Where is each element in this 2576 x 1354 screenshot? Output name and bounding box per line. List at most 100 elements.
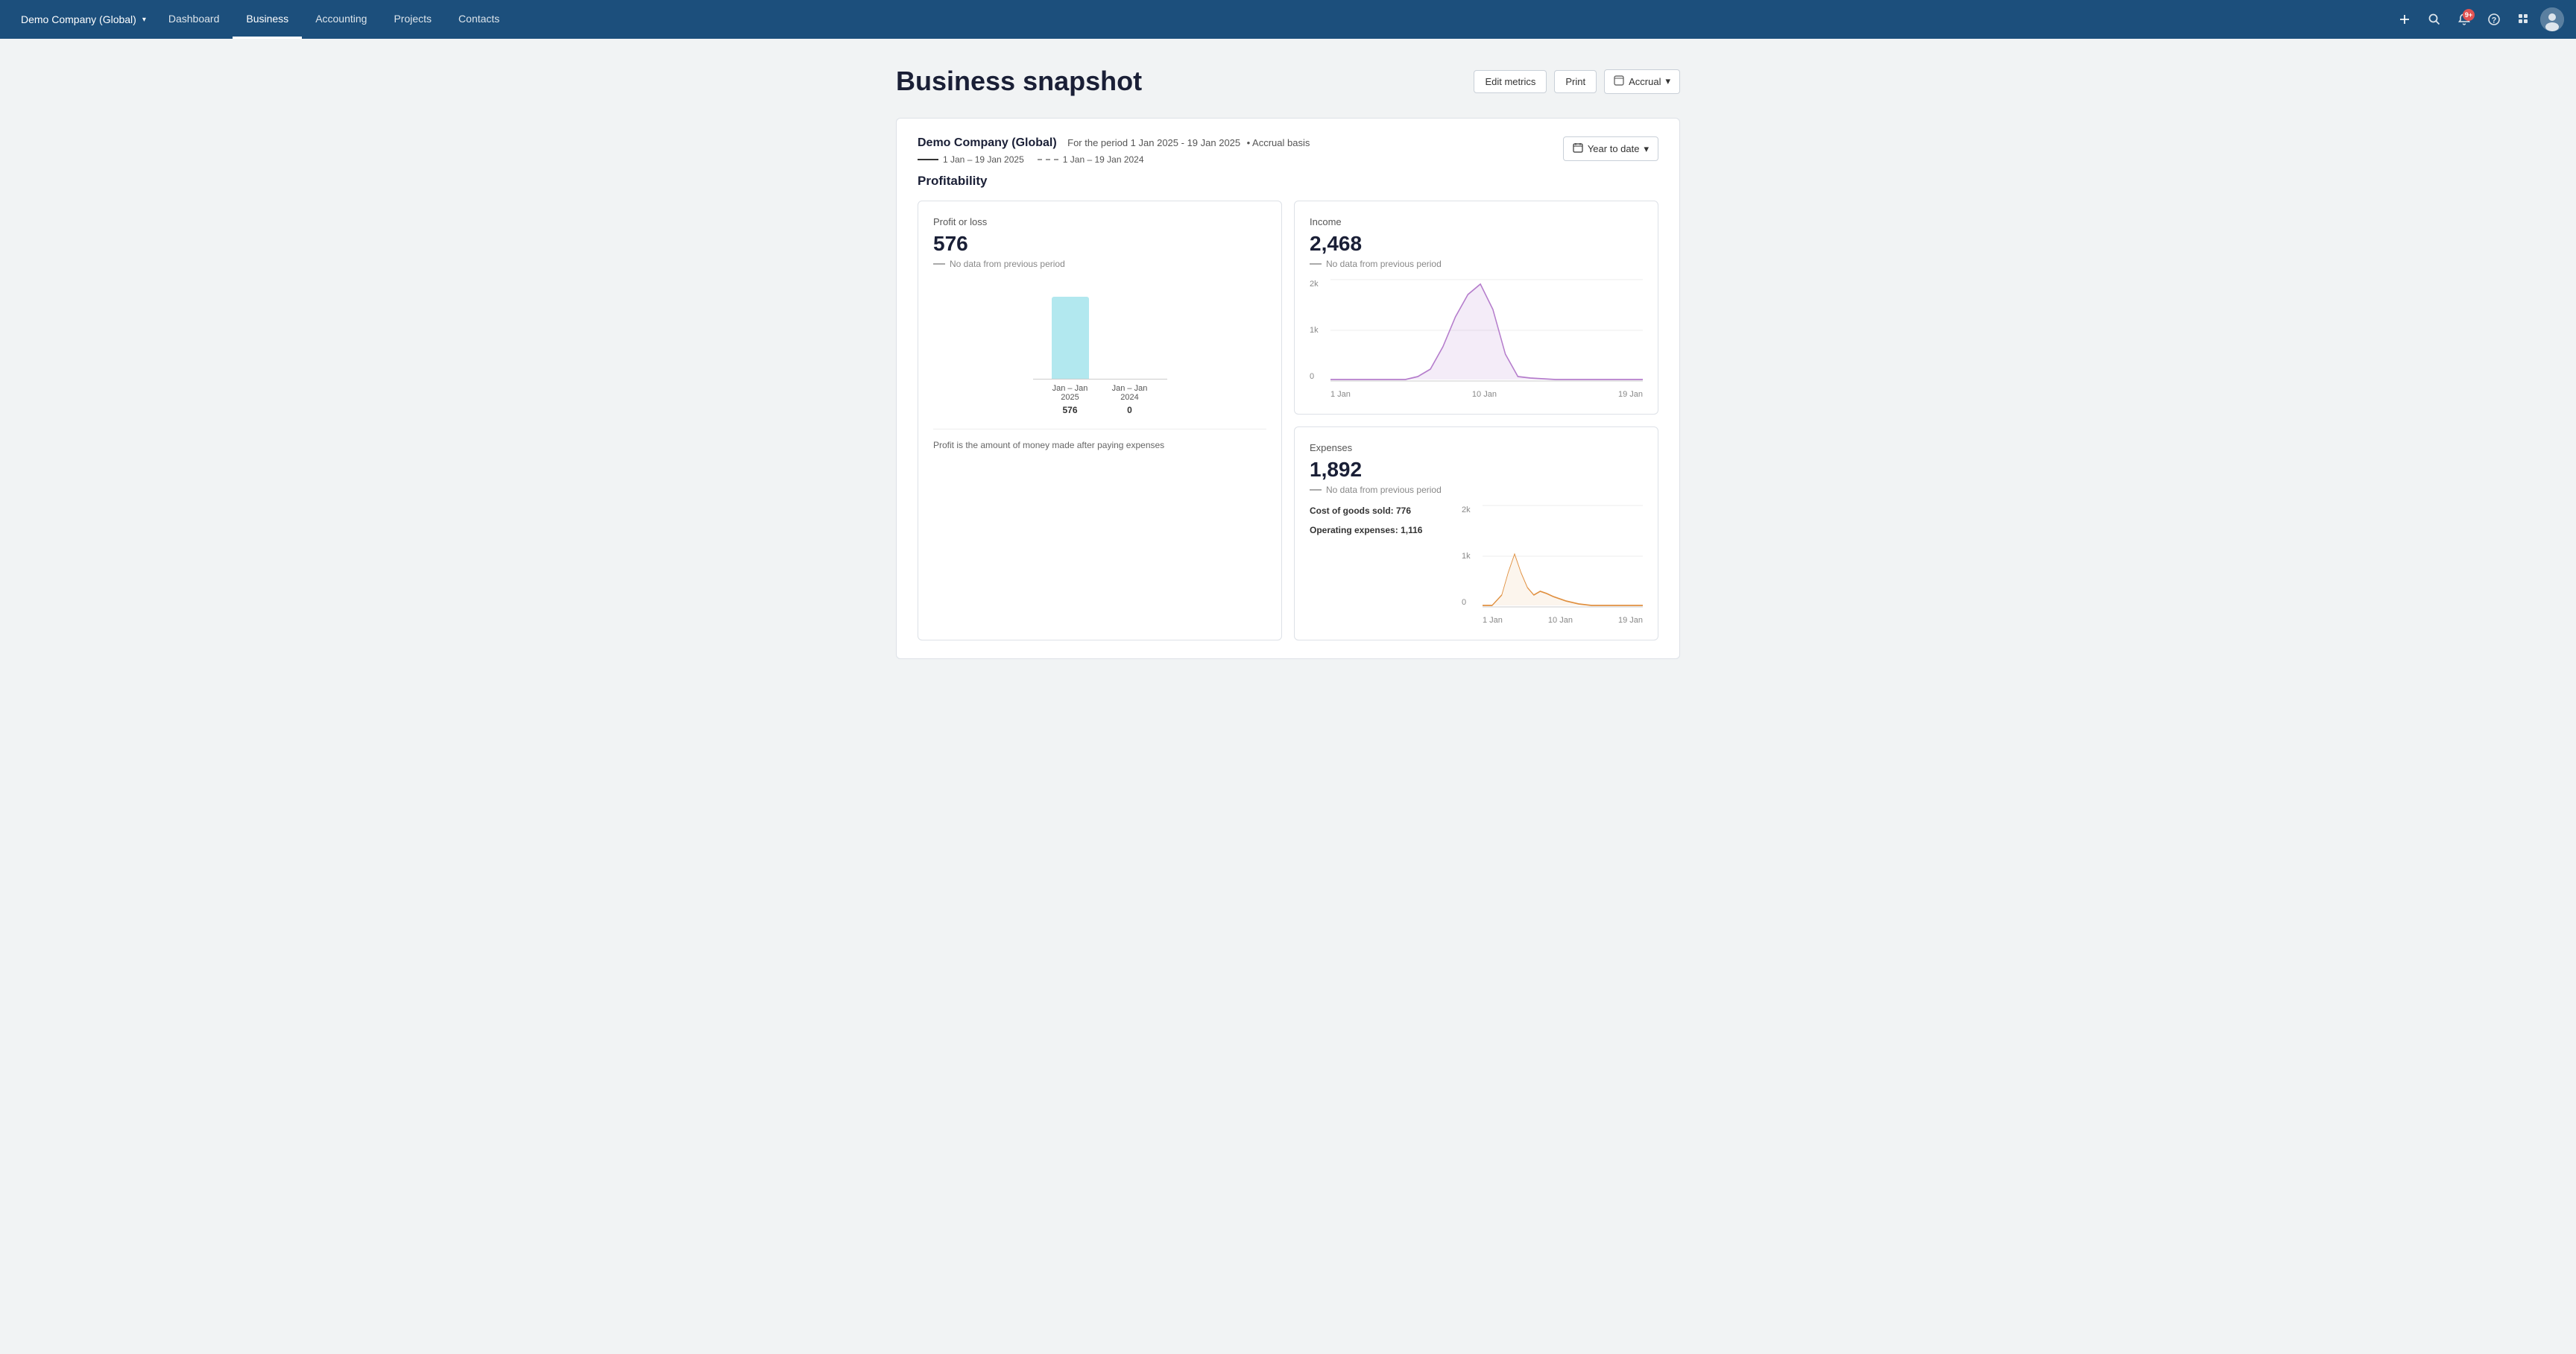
legend-current-line	[918, 159, 938, 160]
profit-loss-label: Profit or loss	[933, 216, 1266, 227]
income-x-start: 1 Jan	[1330, 390, 1351, 399]
bar-chart-values: 576 0	[1033, 405, 1167, 415]
right-metrics: Income 2,468 No data from previous perio…	[1294, 201, 1658, 640]
income-x-end: 19 Jan	[1618, 390, 1643, 399]
navigation: Demo Company (Global) ▾ Dashboard Busine…	[0, 0, 2576, 39]
notifications-icon[interactable]: 9+	[2451, 6, 2478, 33]
apps-icon[interactable]	[2510, 6, 2537, 33]
expenses-card: Expenses 1,892 No data from previous per…	[1294, 426, 1658, 640]
expenses-y-mid: 1k	[1462, 552, 1483, 561]
expenses-chart-svg-wrap	[1483, 506, 1643, 607]
expenses-label: Expenses	[1310, 442, 1643, 453]
page-header: Business snapshot Edit metrics Print Acc…	[896, 66, 1680, 97]
snapshot-period: For the period 1 Jan 2025 - 19 Jan 2025	[1067, 137, 1240, 148]
operating-expenses-row: Operating expenses: 1,116	[1310, 525, 1444, 535]
ytd-chevron-icon: ▾	[1644, 143, 1649, 155]
snapshot-info: Demo Company (Global) For the period 1 J…	[918, 136, 1310, 165]
snapshot-company: Demo Company (Global)	[918, 136, 1057, 149]
bar-prev-val: 0	[1111, 405, 1149, 415]
page-content: Business snapshot Edit metrics Print Acc…	[878, 39, 1698, 704]
legend-prev-label: 1 Jan – 19 Jan 2024	[1063, 154, 1144, 165]
ytd-label: Year to date	[1588, 143, 1640, 154]
avatar[interactable]	[2540, 7, 2564, 31]
income-line	[1330, 284, 1643, 380]
expenses-value: 1,892	[1310, 458, 1643, 482]
income-prev-label: No data from previous period	[1326, 259, 1442, 269]
income-card: Income 2,468 No data from previous perio…	[1294, 201, 1658, 415]
income-x-mid: 10 Jan	[1472, 390, 1497, 399]
expenses-y-min: 0	[1462, 598, 1483, 607]
bar-current-wrap	[1052, 297, 1089, 379]
income-line-chart: 2k 1k 0	[1310, 280, 1643, 399]
expenses-line	[1483, 554, 1643, 605]
accrual-icon	[1614, 75, 1624, 88]
edit-metrics-button[interactable]: Edit metrics	[1474, 70, 1547, 93]
operating-label: Operating expenses:	[1310, 525, 1398, 535]
profit-loss-card: Profit or loss 576 No data from previous…	[918, 201, 1282, 640]
svg-text:?: ?	[2492, 16, 2497, 25]
profit-bar-chart: Jan – Jan 2025 Jan – Jan 2024 576 0	[933, 280, 1266, 415]
income-y-labels: 2k 1k 0	[1310, 280, 1330, 381]
page-title: Business snapshot	[896, 66, 1142, 97]
income-label: Income	[1310, 216, 1643, 227]
bar-current-x-label: Jan – Jan 2025	[1052, 384, 1089, 402]
year-to-date-button[interactable]: Year to date ▾	[1563, 136, 1658, 161]
nav-contacts[interactable]: Contacts	[445, 0, 513, 39]
accrual-dropdown[interactable]: Accrual ▾	[1604, 69, 1680, 94]
income-value: 2,468	[1310, 232, 1643, 256]
income-prev: No data from previous period	[1310, 259, 1643, 269]
bar-current	[1052, 297, 1089, 379]
expenses-x-end: 19 Jan	[1618, 616, 1643, 625]
expenses-prev-label: No data from previous period	[1326, 485, 1442, 495]
expenses-y-max: 2k	[1462, 506, 1483, 514]
notification-badge: 9+	[2463, 9, 2475, 21]
company-switcher[interactable]: Demo Company (Global) ▾	[12, 0, 155, 39]
bar-chart-x-labels: Jan – Jan 2025 Jan – Jan 2024	[1033, 384, 1167, 402]
nav-accounting[interactable]: Accounting	[302, 0, 380, 39]
expenses-x-labels: 1 Jan 10 Jan 19 Jan	[1483, 616, 1643, 625]
profit-loss-prev-label: No data from previous period	[950, 259, 1065, 269]
help-icon[interactable]: ?	[2481, 6, 2507, 33]
metrics-grid: Profit or loss 576 No data from previous…	[918, 201, 1658, 640]
profitability-section: Profitability Profit or loss 576 No data…	[918, 174, 1658, 640]
add-icon[interactable]	[2391, 6, 2418, 33]
snapshot-legend: 1 Jan – 19 Jan 2025 1 Jan – 19 Jan 2024	[918, 154, 1310, 165]
calendar-icon	[1573, 142, 1583, 155]
expenses-prev: No data from previous period	[1310, 485, 1643, 495]
cost-label: Cost of goods sold:	[1310, 506, 1394, 516]
operating-value: 1,116	[1401, 525, 1422, 535]
income-prev-dash-icon	[1310, 263, 1322, 265]
expenses-line-chart: 2k 1k 0	[1462, 506, 1643, 625]
nav-right-actions: 9+ ?	[2391, 6, 2564, 33]
income-y-min: 0	[1310, 372, 1330, 381]
expenses-svg	[1483, 506, 1643, 607]
company-chevron-icon: ▾	[142, 16, 146, 24]
section-title: Profitability	[918, 174, 1658, 189]
profit-note: Profit is the amount of money made after…	[933, 429, 1266, 450]
nav-projects[interactable]: Projects	[380, 0, 445, 39]
accrual-chevron-icon: ▾	[1665, 75, 1670, 87]
snapshot-card: Demo Company (Global) For the period 1 J…	[896, 118, 1680, 659]
snapshot-company-row: Demo Company (Global) For the period 1 J…	[918, 136, 1310, 150]
company-name: Demo Company (Global)	[21, 13, 136, 25]
nav-business[interactable]: Business	[233, 0, 302, 39]
nav-dashboard[interactable]: Dashboard	[155, 0, 233, 39]
search-icon[interactable]	[2421, 6, 2448, 33]
income-svg	[1330, 280, 1643, 381]
expenses-prev-dash-icon	[1310, 489, 1322, 491]
expenses-y-labels: 2k 1k 0	[1462, 506, 1483, 607]
bar-chart-bars	[1033, 283, 1167, 380]
snapshot-header: Demo Company (Global) For the period 1 J…	[918, 136, 1658, 165]
income-y-max: 2k	[1310, 280, 1330, 289]
page-header-actions: Edit metrics Print Accrual ▾	[1474, 69, 1680, 94]
legend-current: 1 Jan – 19 Jan 2025	[918, 154, 1024, 165]
print-button[interactable]: Print	[1554, 70, 1597, 93]
expenses-x-mid: 10 Jan	[1548, 616, 1573, 625]
bar-prev-x-label: Jan – Jan 2024	[1111, 384, 1149, 402]
profit-loss-value: 576	[933, 232, 1266, 256]
expenses-detail: Cost of goods sold: 776 Operating expens…	[1310, 506, 1444, 625]
profit-loss-prev: No data from previous period	[933, 259, 1266, 269]
accrual-label: Accrual	[1629, 76, 1661, 87]
nav-links: Dashboard Business Accounting Projects C…	[155, 0, 2391, 39]
cost-value: 776	[1396, 506, 1411, 516]
